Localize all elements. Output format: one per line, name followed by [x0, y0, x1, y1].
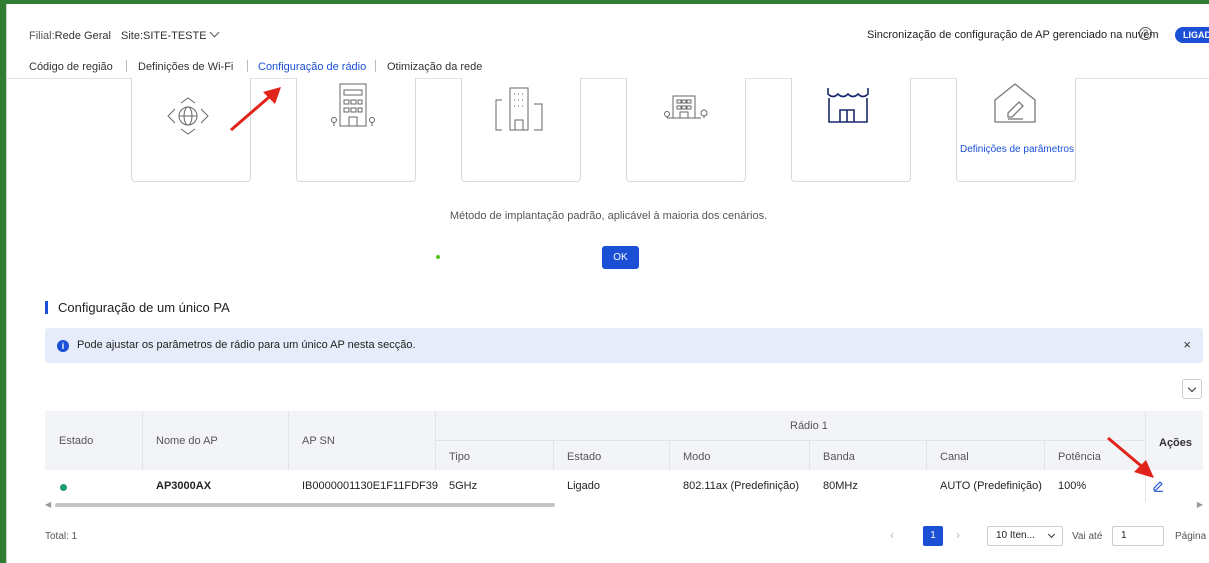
cell-nome-ap: AP3000AX — [156, 480, 212, 492]
ok-button[interactable]: OK — [602, 246, 639, 269]
tab-wifi-settings[interactable]: Definições de Wi-Fi — [138, 61, 233, 73]
annotation-arrow-icon — [230, 87, 281, 132]
goto-page-input[interactable]: 1 — [1112, 526, 1164, 546]
info-alert: i Pode ajustar os parâmetros de rádio pa… — [45, 328, 1203, 363]
col-canal: Canal — [940, 451, 969, 463]
cell-estado: Ligado — [567, 480, 601, 492]
col-estado: Estado — [59, 435, 94, 447]
help-icon[interactable]: ? — [1139, 27, 1152, 40]
tab-separator — [247, 60, 248, 72]
col-ap-sn: AP SN — [302, 435, 335, 447]
branch-selector[interactable]: Filial:Rede Geral — [29, 30, 111, 42]
site-value: SITE-TESTE — [143, 30, 207, 42]
tab-separator — [126, 60, 127, 72]
goto-label: Vai até — [1072, 531, 1103, 542]
storefront-icon — [827, 88, 869, 123]
scenario-card-campus[interactable] — [626, 78, 746, 182]
scroll-left-icon[interactable]: ◀ — [45, 500, 51, 509]
cell-potencia: 100% — [1058, 480, 1087, 492]
total-count: Total: 1 — [45, 531, 78, 542]
tab-region-code[interactable]: Código de região — [29, 61, 113, 73]
horizontal-scrollbar[interactable]: ◀ ▶ — [45, 500, 1203, 509]
status-online-indicator — [60, 484, 67, 491]
tab-network-optimization: Otimização da rede — [387, 61, 483, 73]
next-page-icon[interactable]: › — [956, 528, 960, 542]
cell-modo: 802.11ax (Predefinição) — [683, 480, 799, 492]
campus-building-icon — [664, 95, 708, 119]
scroll-right-icon[interactable]: ▶ — [1197, 500, 1203, 509]
scroll-thumb[interactable] — [55, 503, 555, 507]
col-nome-ap: Nome do AP — [156, 435, 218, 447]
pagination-bar: Total: 1 ‹ 1 › 10 Iten... Vai até 1 Pági… — [45, 524, 1207, 548]
col-banda: Banda — [823, 451, 855, 463]
chevron-down-icon — [209, 27, 220, 38]
chevron-down-icon — [1047, 530, 1056, 539]
col-acoes: Ações — [1159, 437, 1193, 449]
branch-label: Filial: — [29, 30, 55, 42]
cell-banda: 80MHz — [823, 480, 858, 492]
page-size-value: 10 Iten... — [996, 530, 1035, 541]
col-tipo: Tipo — [449, 451, 470, 463]
cell-tipo: 5GHz — [449, 480, 478, 492]
cell-ap-sn: IB0000001130E1F11FDF39 — [302, 480, 438, 492]
site-label: Site: — [121, 30, 144, 42]
cloud-sync-label: Sincronização de configuração de AP gere… — [867, 29, 1159, 41]
tab-radio-config[interactable]: Configuração de rádio — [258, 61, 366, 73]
scenario-card-office[interactable] — [461, 78, 581, 182]
home-edit-icon — [994, 83, 1036, 123]
parameter-settings-label: Definições de parâmetros — [960, 144, 1074, 155]
scenario-card-hotel[interactable] — [296, 78, 416, 182]
site-selector[interactable]: Site:SITE-TESTE — [121, 27, 220, 42]
tab-bar: Código de região Definições de Wi-Fi Con… — [7, 59, 1209, 79]
cell-canal: AUTO (Predefinição) — [940, 480, 1042, 492]
table-header: Estado Nome do AP AP SN Rádio 1 Tipo Est… — [45, 411, 1203, 470]
alert-message: Pode ajustar os parâmetros de rádio para… — [77, 339, 416, 351]
prev-page-icon[interactable]: ‹ — [890, 528, 894, 542]
page-number-button[interactable]: 1 — [923, 526, 943, 546]
top-bar: Filial:Rede Geral Site:SITE-TESTE Sincro… — [7, 4, 1209, 50]
col-modo: Modo — [683, 451, 711, 463]
app-container: Filial:Rede Geral Site:SITE-TESTE Sincro… — [6, 4, 1209, 563]
annotation-arrow-icon — [1107, 436, 1154, 478]
col-group-radio1: Rádio 1 — [790, 420, 828, 432]
table-row[interactable]: AP3000AX IB0000001130E1F11FDF39 5GHz Lig… — [45, 470, 1203, 502]
scenario-card-retail[interactable] — [791, 78, 911, 182]
tab-separator — [375, 60, 376, 72]
info-icon: i — [57, 340, 69, 352]
col-potencia: Potência — [1058, 451, 1101, 463]
page-label: Página — [1175, 531, 1207, 542]
scenario-card-custom[interactable]: Definições de parâmetros — [956, 78, 1076, 182]
close-icon[interactable]: × — [1183, 337, 1191, 352]
office-building-icon — [495, 87, 543, 131]
chevron-down-icon — [1187, 383, 1197, 393]
col-radio-estado: Estado — [567, 451, 602, 463]
loading-dot — [436, 255, 440, 259]
column-settings-button[interactable] — [1182, 379, 1202, 399]
scenario-description: Método de implantação padrão, aplicável … — [449, 210, 768, 222]
section-title: Configuração de um único PA — [45, 301, 230, 314]
page-size-select[interactable]: 10 Iten... — [987, 526, 1063, 546]
hotel-building-icon — [331, 83, 375, 127]
cloud-sync-toggle[interactable]: LIGADO — [1175, 27, 1209, 43]
branch-value: Rede Geral — [54, 30, 111, 42]
